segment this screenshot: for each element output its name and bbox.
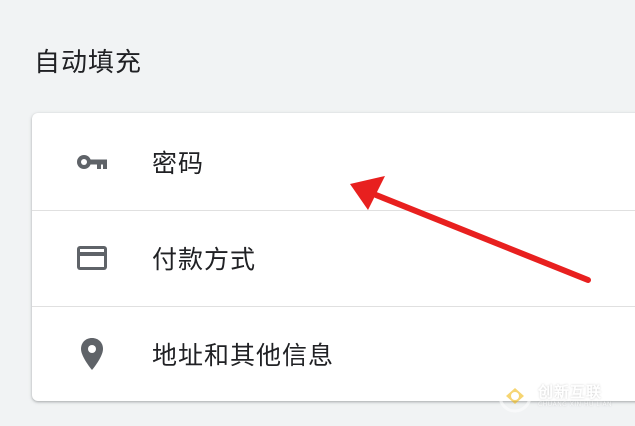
watermark: 创新互联 CHUANG XIN HU LIAN: [498, 378, 632, 414]
autofill-item-label: 地址和其他信息: [152, 340, 335, 370]
autofill-item-label: 付款方式: [152, 245, 257, 274]
location-pin-icon: [74, 336, 110, 372]
section-title: 自动填充: [34, 48, 143, 78]
autofill-item-payment-methods[interactable]: 付款方式: [32, 210, 635, 306]
autofill-item-label: 密码: [152, 148, 205, 178]
key-icon: [74, 144, 110, 180]
autofill-item-passwords[interactable]: 密码: [32, 113, 635, 210]
watermark-name: 创新互联: [538, 382, 603, 401]
credit-card-icon: [74, 240, 110, 276]
watermark-sub: CHUANG XIN HU LIAN: [538, 400, 613, 408]
watermark-logo-icon: [498, 379, 532, 413]
autofill-card: 密码 付款方式 地址和其他信息: [32, 113, 635, 401]
